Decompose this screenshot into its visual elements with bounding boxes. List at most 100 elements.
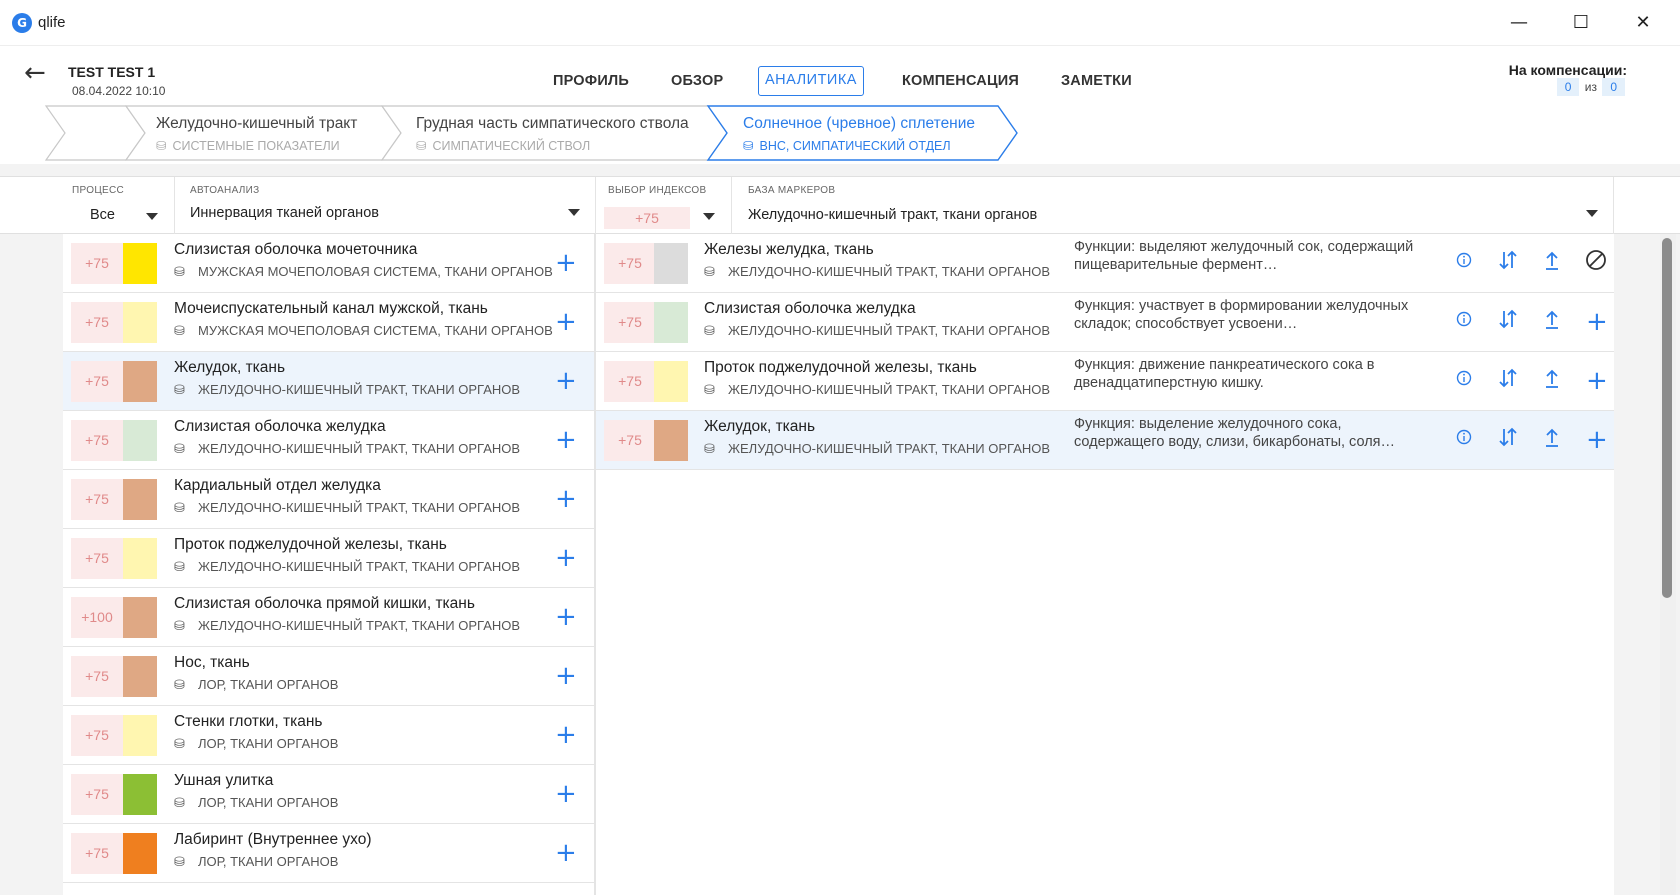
ban-icon[interactable] [1584, 249, 1608, 275]
add-icon[interactable]: + [555, 427, 577, 453]
add-icon[interactable]: + [1586, 427, 1608, 453]
color-swatch [123, 656, 157, 697]
database-icon: ⛁ [174, 264, 185, 279]
chevron-down-icon[interactable] [703, 213, 715, 220]
database-icon: ⛁ [174, 382, 185, 397]
list-item[interactable]: +75 Ушная улитка ⛁ ЛОР, ткани органов + [63, 765, 595, 824]
divider [731, 177, 732, 235]
item-title: Слизистая оболочка желудка [174, 418, 386, 435]
maximize-button[interactable]: ☐ [1550, 0, 1612, 46]
item-subtitle-text: Мужская мочеполовая система, ткани орган… [198, 323, 553, 338]
marker-row[interactable]: +75 Железы желудка, ткань ⛁ Желудочно-кишеч… [596, 234, 1614, 293]
close-button[interactable]: ✕ [1612, 0, 1674, 46]
list-item[interactable]: +100 Слизистая оболочка прямой кишки, тка… [63, 588, 595, 647]
item-subtitle: ⛁ ЛОР, ткани органов [174, 677, 338, 693]
database-icon: ⛁ [174, 618, 185, 633]
marker-row[interactable]: +75 Слизистая оболочка желудка ⛁ Желудочно-… [596, 293, 1614, 352]
upload-icon[interactable] [1540, 308, 1564, 334]
database-icon: ⛁ [174, 500, 185, 515]
add-icon[interactable]: + [555, 309, 577, 335]
compensation-total: 0 [1602, 78, 1625, 96]
list-item[interactable]: +75 Слизистая оболочка мочеточника ⛁ Мужска… [63, 234, 595, 293]
marker-row[interactable]: +75 Желудок, ткань ⛁ Желудочно-кишечный тра… [596, 411, 1614, 470]
score-badge: +75 [71, 715, 123, 756]
tab-analytics[interactable]: АНАЛИТИКА [758, 66, 864, 96]
score-badge: +75 [71, 361, 123, 402]
color-swatch [123, 302, 157, 343]
add-icon[interactable]: + [555, 486, 577, 512]
add-icon[interactable]: + [1586, 368, 1608, 394]
process-label: ПРОЦЕСС [72, 185, 125, 196]
sort-icon[interactable] [1496, 308, 1520, 334]
list-item[interactable]: +75 Желудок, ткань ⛁ Желудочно-кишечный тра… [63, 352, 595, 411]
breadcrumb-subtitle: ⛁ ВНС, СИМПАТИЧЕСКИЙ ОТДЕЛ [743, 139, 951, 153]
chevron-down-icon[interactable] [568, 209, 580, 216]
add-icon[interactable]: + [555, 781, 577, 807]
item-subtitle: ⛁ Желудочно-кишечный тракт, ткани органов [704, 441, 1050, 457]
color-swatch [123, 420, 157, 461]
marker-row[interactable]: +75 Проток поджелудочной железы, ткань ⛁ Же… [596, 352, 1614, 411]
tab-notes[interactable]: ЗАМЕТКИ [1055, 66, 1138, 96]
markers-select[interactable]: Желудочно-кишечный тракт, ткани органов [748, 207, 1037, 223]
color-swatch [123, 597, 157, 638]
upload-icon[interactable] [1540, 249, 1564, 275]
divider [174, 177, 175, 235]
info-icon[interactable] [1452, 429, 1476, 449]
add-icon[interactable]: + [555, 722, 577, 748]
item-subtitle-text: Желудочно-кишечный тракт, ткани органов [198, 618, 521, 633]
list-item[interactable]: +75 Нос, ткань ⛁ ЛОР, ткани органов + [63, 647, 595, 706]
list-item[interactable]: +75 Лабиринт (Внутреннее ухо) ⛁ ЛОР, ткани … [63, 824, 595, 883]
item-subtitle: ⛁ Желудочно-кишечный тракт, ткани органов [174, 500, 520, 516]
info-icon[interactable] [1452, 370, 1476, 390]
list-item[interactable]: +75 Слизистая оболочка желудка ⛁ Желудочно-… [63, 411, 595, 470]
list-item[interactable]: +75 Проток поджелудочной железы, ткань ⛁ Же… [63, 529, 595, 588]
add-icon[interactable]: + [555, 663, 577, 689]
add-icon[interactable]: + [555, 604, 577, 630]
add-icon[interactable]: + [1586, 309, 1608, 335]
function-description: Функция: движение панкреатического сока … [1074, 357, 1375, 391]
database-icon: ⛁ [174, 854, 185, 869]
tab-compensation[interactable]: КОМПЕНСАЦИЯ [896, 66, 1025, 96]
breadcrumb-title: Желудочно-кишечный тракт [156, 115, 358, 132]
vertical-scrollbar[interactable] [1660, 234, 1676, 895]
tab-profile[interactable]: ПРОФИЛЬ [547, 66, 635, 96]
chevron-down-icon[interactable] [1586, 210, 1598, 217]
color-swatch [123, 774, 157, 815]
score-badge: +75 [71, 656, 123, 697]
color-swatch [123, 833, 157, 874]
add-icon[interactable]: + [555, 840, 577, 866]
info-icon[interactable] [1452, 311, 1476, 331]
minimize-button[interactable]: — [1488, 0, 1550, 46]
index-select[interactable]: +75 [604, 207, 690, 229]
item-subtitle: ⛁ Желудочно-кишечный тракт, ткани органов [174, 618, 520, 634]
sort-icon[interactable] [1496, 367, 1520, 393]
list-item[interactable]: +75 Стенки глотки, ткань ⛁ ЛОР, ткани орган… [63, 706, 595, 765]
upload-icon[interactable] [1540, 426, 1564, 452]
compensation-current: 0 [1556, 78, 1580, 96]
chevron-down-icon[interactable] [146, 213, 158, 220]
autoanalysis-select[interactable]: Иннервация тканей органов [190, 205, 379, 221]
sort-icon[interactable] [1496, 249, 1520, 275]
sort-icon[interactable] [1496, 426, 1520, 452]
score-badge: +75 [604, 243, 656, 284]
item-subtitle-text: Желудочно-кишечный тракт, ткани органов [728, 382, 1051, 397]
scrollbar-thumb[interactable] [1662, 238, 1672, 598]
process-select[interactable]: Все [90, 207, 115, 223]
back-arrow-icon[interactable]: ← [24, 60, 46, 86]
item-title: Желудок, ткань [174, 359, 286, 376]
header: ← TEST TEST 1 08.04.2022 10:10 ПРОФИЛЬ О… [0, 46, 1680, 104]
add-icon[interactable]: + [555, 368, 577, 394]
function-description: Функция: участвует в формировании желудо… [1074, 298, 1409, 332]
item-subtitle: ⛁ ЛОР, ткани органов [174, 736, 338, 752]
upload-icon[interactable] [1540, 367, 1564, 393]
list-item[interactable]: +75 Мочеиспускательный канал мужской, тка… [63, 293, 595, 352]
tab-overview[interactable]: ОБЗОР [665, 66, 729, 96]
breadcrumb-home-shape[interactable] [44, 105, 146, 161]
score-badge: +75 [71, 479, 123, 520]
compensation-separator: из [1584, 80, 1597, 94]
info-icon[interactable] [1452, 252, 1476, 272]
add-icon[interactable]: + [555, 250, 577, 276]
list-item[interactable]: +75 Кардиальный отдел желудка ⛁ Желудочно-к… [63, 470, 595, 529]
add-icon[interactable]: + [555, 545, 577, 571]
database-icon: ⛁ [174, 323, 185, 338]
